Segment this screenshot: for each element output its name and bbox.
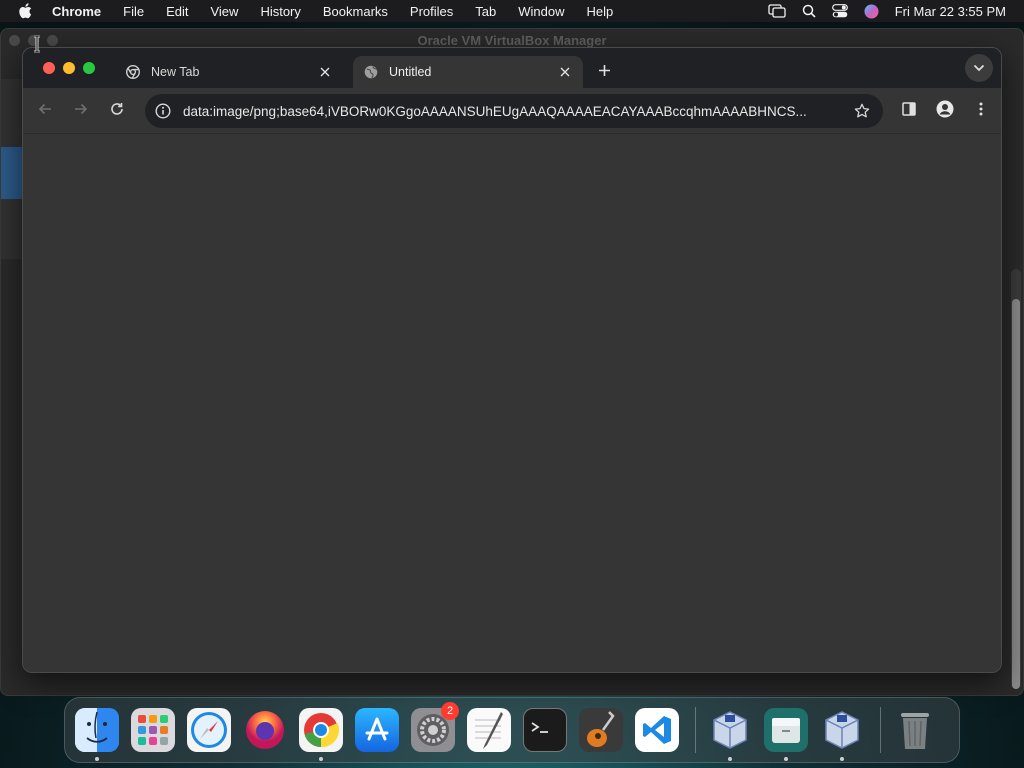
virtualbox-selected-item[interactable] <box>1 147 23 199</box>
virtualbox-close-button[interactable] <box>9 35 20 46</box>
dock-item-terminal[interactable] <box>523 708 567 752</box>
window-minimize-button[interactable] <box>63 62 75 74</box>
menu-bar: Chrome File Edit View History Bookmarks … <box>0 0 1024 22</box>
app-store-icon <box>365 717 389 741</box>
close-tab-icon[interactable] <box>317 64 333 80</box>
tab-new-tab[interactable]: New Tab <box>115 56 343 88</box>
menu-tab[interactable]: Tab <box>475 4 496 19</box>
running-indicator <box>840 757 844 761</box>
dock-item-archive[interactable] <box>764 708 808 761</box>
running-indicator <box>784 757 788 761</box>
chrome-window: New Tab Untitled data:image/png;base64,i… <box>22 47 1002 673</box>
textedit-icon <box>475 712 503 749</box>
apple-icon[interactable] <box>18 3 34 19</box>
window-zoom-button[interactable] <box>83 62 95 74</box>
archive-icon <box>772 718 800 743</box>
kebab-menu-icon <box>979 102 983 121</box>
dock-item-safari[interactable] <box>187 708 231 752</box>
virtualbox-icon <box>713 711 747 749</box>
chrome-icon <box>125 64 141 80</box>
side-panel-icon <box>902 101 916 121</box>
address-bar[interactable]: data:image/png;base64,iVBORw0KGgoAAAANSU… <box>145 94 883 128</box>
dock-item-finder[interactable] <box>75 708 119 761</box>
close-tab-icon[interactable] <box>557 64 573 80</box>
virtualbox-scroll-thumb[interactable] <box>1012 299 1020 689</box>
running-indicator <box>95 757 99 761</box>
trash-icon <box>901 713 929 749</box>
virtualbox-sidebar[interactable] <box>1 79 23 259</box>
safari-icon <box>191 712 227 748</box>
profile-button[interactable] <box>931 97 959 125</box>
tab-search-button[interactable] <box>965 54 993 82</box>
dock-item-chrome[interactable] <box>299 708 343 761</box>
menu-clock[interactable]: Fri Mar 22 3:55 PM <box>895 4 1006 19</box>
tab-strip: New Tab Untitled <box>23 48 1001 88</box>
tab-untitled[interactable]: Untitled <box>353 56 583 88</box>
dock-separator <box>695 707 696 753</box>
menu-file[interactable]: File <box>123 4 144 19</box>
virtualbox-zoom-button[interactable] <box>47 35 58 46</box>
menu-history[interactable]: History <box>260 4 300 19</box>
window-close-button[interactable] <box>43 62 55 74</box>
page-content[interactable] <box>23 134 1001 672</box>
reload-icon <box>110 102 124 121</box>
garageband-icon <box>587 711 615 747</box>
firefox-icon <box>246 711 284 749</box>
forward-button[interactable] <box>67 97 95 125</box>
star-icon[interactable] <box>851 100 873 122</box>
control-center-icon[interactable] <box>831 4 848 18</box>
window-controls <box>43 62 95 74</box>
profile-icon <box>936 100 954 123</box>
menu-help[interactable]: Help <box>587 4 614 19</box>
chrome-icon <box>304 713 340 748</box>
dock-item-system-preferences[interactable]: 2 <box>411 702 459 752</box>
globe-icon <box>363 64 379 80</box>
running-indicator <box>319 757 323 761</box>
menu-bookmarks[interactable]: Bookmarks <box>323 4 388 19</box>
dock-item-textedit[interactable] <box>467 708 511 752</box>
arrow-left-icon <box>38 102 52 120</box>
dock-item-virtualbox-vm[interactable] <box>820 708 864 761</box>
launchpad-icon <box>138 715 168 745</box>
dock: 2 <box>64 697 960 763</box>
virtualbox-scrollbar[interactable] <box>1011 269 1021 689</box>
siri-icon[interactable] <box>864 4 879 19</box>
terminal-icon <box>531 722 548 733</box>
arrow-right-icon <box>74 102 88 120</box>
dock-item-app-store[interactable] <box>355 708 399 752</box>
running-indicator <box>728 757 732 761</box>
menu-window[interactable]: Window <box>518 4 564 19</box>
dock-item-firefox[interactable] <box>243 708 287 752</box>
reload-button[interactable] <box>103 97 131 125</box>
dock-item-vscode[interactable] <box>635 708 679 752</box>
virtualbox-window-title: Oracle VM VirtualBox Manager <box>417 32 607 48</box>
menu-profiles[interactable]: Profiles <box>410 4 453 19</box>
tab-title: New Tab <box>151 65 200 79</box>
finder-icon <box>75 708 119 752</box>
plus-icon <box>598 64 611 82</box>
spotlight-search-icon[interactable] <box>802 4 816 18</box>
dock-item-virtualbox[interactable] <box>708 708 752 761</box>
virtualbox-icon <box>825 711 859 749</box>
menu-edit[interactable]: Edit <box>166 4 188 19</box>
info-icon[interactable] <box>151 99 175 123</box>
new-tab-button[interactable] <box>595 64 613 82</box>
notification-badge: 2 <box>441 702 459 720</box>
menu-view[interactable]: View <box>210 4 238 19</box>
side-panel-button[interactable] <box>895 97 923 125</box>
vscode-icon <box>643 716 671 744</box>
url-text[interactable]: data:image/png;base64,iVBORw0KGgoAAAANSU… <box>183 104 843 119</box>
dock-item-garageband[interactable] <box>579 708 623 752</box>
back-button[interactable] <box>31 97 59 125</box>
tab-title: Untitled <box>389 65 432 79</box>
chevron-down-icon <box>973 59 985 77</box>
mouse-cursor-icon <box>31 34 43 58</box>
menu-app-name[interactable]: Chrome <box>52 4 101 19</box>
dock-item-launchpad[interactable] <box>131 708 175 752</box>
dock-item-trash[interactable] <box>893 708 937 752</box>
dock-separator <box>880 707 881 753</box>
browser-toolbar: data:image/png;base64,iVBORw0KGgoAAAANSU… <box>23 88 1001 134</box>
screen-mirroring-icon[interactable] <box>768 4 786 18</box>
chrome-menu-button[interactable] <box>967 97 995 125</box>
